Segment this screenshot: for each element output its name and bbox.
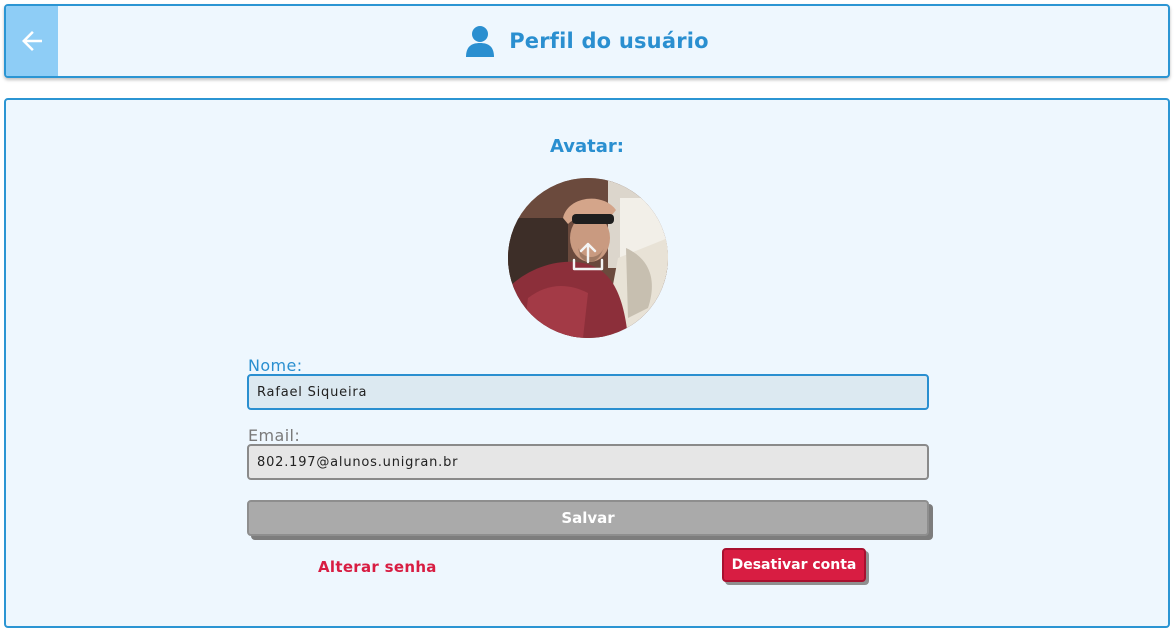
page-header: Perfil do usuário [4,4,1170,78]
avatar-label: Avatar: [550,136,624,157]
back-button[interactable] [6,6,58,76]
name-label: Nome: [248,356,303,375]
email-input[interactable] [247,444,929,480]
profile-panel: Avatar: Nome: Email: Salvar Alterar senh… [4,98,1170,628]
deactivate-account-button[interactable]: Desativar conta [722,548,866,582]
save-button[interactable]: Salvar [247,500,929,536]
arrow-left-icon [22,31,42,51]
page-title: Perfil do usuário [509,29,709,53]
header-title-group: Perfil do usuário [6,6,1168,76]
upload-icon [572,242,604,271]
email-label: Email: [248,426,301,445]
user-icon [465,25,495,57]
name-input[interactable] [247,374,929,410]
change-password-link[interactable]: Alterar senha [318,558,437,576]
avatar-upload[interactable] [508,178,668,338]
